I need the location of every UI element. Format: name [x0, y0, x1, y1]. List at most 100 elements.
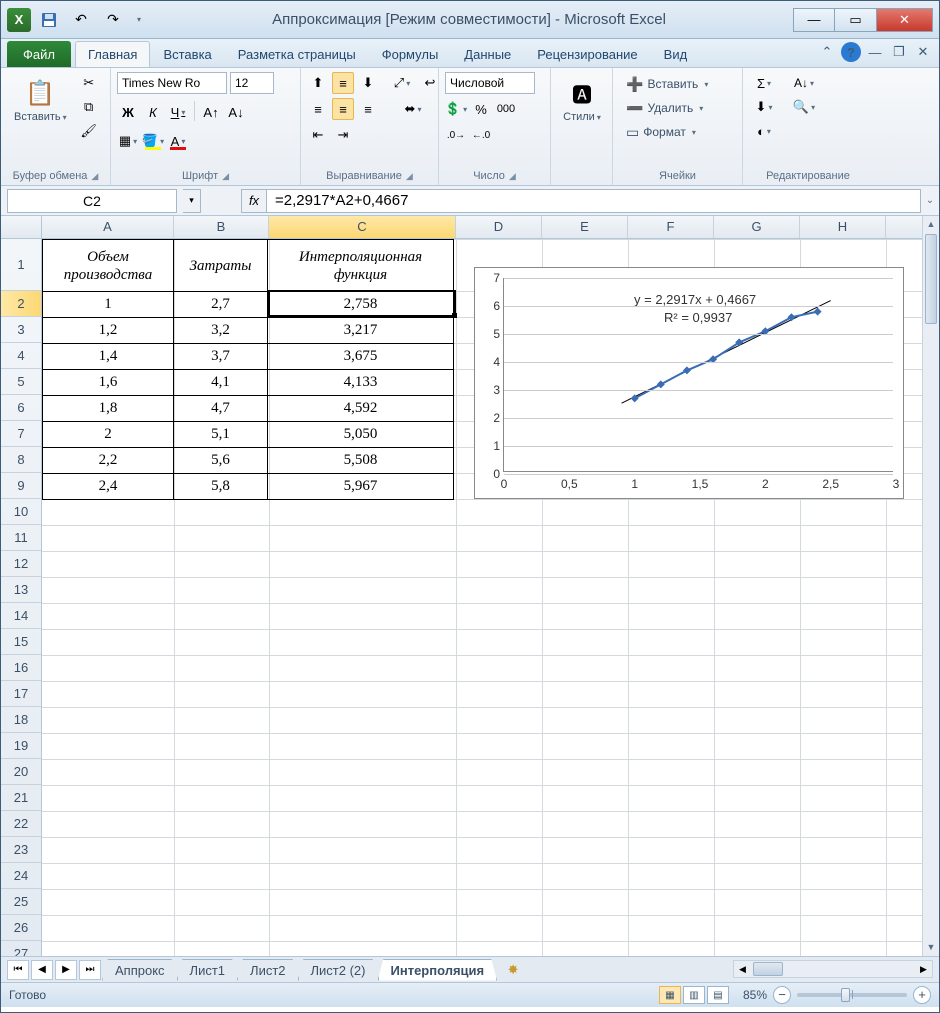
row-header[interactable]: 19 — [1, 733, 41, 759]
formula-input[interactable] — [267, 189, 921, 213]
qat-customize-icon[interactable] — [131, 6, 145, 34]
data-cell[interactable]: 1,2 — [43, 318, 174, 344]
increase-indent-icon[interactable]: ⇥ — [332, 124, 354, 146]
data-cell[interactable]: 3,2 — [174, 318, 268, 344]
styles-button[interactable]: 🅰 Стили — [557, 72, 607, 128]
new-sheet-icon[interactable]: ✸ — [501, 960, 525, 980]
alignment-dialog-icon[interactable]: ◢ — [406, 171, 413, 182]
tab-nav-first-icon[interactable]: ⏮ — [7, 960, 29, 980]
scroll-left-icon[interactable]: ◀ — [734, 961, 751, 977]
data-cell[interactable]: 2,758 — [268, 292, 454, 318]
insert-cells-button[interactable]: ➕Вставить — [619, 72, 715, 96]
sheet-tab[interactable]: Аппрокс — [102, 959, 178, 981]
scroll-down-icon[interactable]: ▼ — [923, 939, 939, 956]
tab-formulas[interactable]: Формулы — [369, 41, 452, 67]
fill-icon[interactable]: ⬇ — [749, 96, 779, 118]
data-cell[interactable]: 5,6 — [174, 448, 268, 474]
expand-formula-bar-icon[interactable]: ⌄ — [921, 189, 939, 213]
row-header[interactable]: 11 — [1, 525, 41, 551]
tab-view[interactable]: Вид — [651, 41, 701, 67]
clear-icon[interactable]: ◐ — [749, 120, 779, 142]
data-cell[interactable]: 2,2 — [43, 448, 174, 474]
tab-nav-last-icon[interactable]: ⏭ — [79, 960, 101, 980]
borders-icon[interactable]: ▦ — [117, 130, 139, 152]
align-left-icon[interactable]: ≡ — [307, 98, 329, 120]
tab-insert[interactable]: Вставка — [150, 41, 224, 67]
data-cell[interactable]: 2,4 — [43, 474, 174, 500]
row-header[interactable]: 12 — [1, 551, 41, 577]
vertical-scrollbar[interactable]: ▲ ▼ — [922, 216, 939, 956]
row-header[interactable]: 18 — [1, 707, 41, 733]
font-dialog-icon[interactable]: ◢ — [222, 171, 229, 182]
row-header[interactable]: 13 — [1, 577, 41, 603]
row-header[interactable]: 16 — [1, 655, 41, 681]
maximize-button[interactable]: ▭ — [835, 8, 877, 32]
number-format-select[interactable] — [445, 72, 535, 94]
data-cell[interactable]: 3,217 — [268, 318, 454, 344]
row-header[interactable]: 1 — [1, 239, 41, 291]
file-tab[interactable]: Файл — [7, 41, 71, 67]
tab-nav-prev-icon[interactable]: ◀ — [31, 960, 53, 980]
save-icon[interactable] — [35, 6, 63, 34]
orientation-icon[interactable]: ⤢ — [391, 72, 413, 94]
close-button[interactable]: ✕ — [877, 8, 933, 32]
shrink-font-icon[interactable]: A↓ — [225, 101, 247, 123]
column-header[interactable]: B — [174, 216, 269, 238]
comma-format-icon[interactable]: 000 — [495, 98, 517, 120]
tab-home[interactable]: Главная — [75, 41, 150, 67]
row-header[interactable]: 20 — [1, 759, 41, 785]
minimize-ribbon-icon[interactable]: ⌃ — [817, 42, 837, 62]
find-select-icon[interactable]: 🔍 — [789, 96, 819, 118]
normal-view-icon[interactable]: ▦ — [659, 986, 681, 1004]
align-center-icon[interactable]: ≡ — [332, 98, 354, 120]
number-dialog-icon[interactable]: ◢ — [509, 171, 516, 182]
row-header[interactable]: 6 — [1, 395, 41, 421]
data-cell[interactable]: 5,8 — [174, 474, 268, 500]
row-header[interactable]: 4 — [1, 343, 41, 369]
sheet-tab[interactable]: Лист2 (2) — [298, 959, 379, 981]
data-cell[interactable]: 2,7 — [174, 292, 268, 318]
grow-font-icon[interactable]: A↑ — [200, 101, 222, 123]
row-header[interactable]: 7 — [1, 421, 41, 447]
help-icon[interactable]: ? — [841, 42, 861, 62]
column-header[interactable]: D — [456, 216, 542, 238]
tab-data[interactable]: Данные — [451, 41, 524, 67]
clipboard-dialog-icon[interactable]: ◢ — [91, 171, 98, 182]
data-cell[interactable]: 1 — [43, 292, 174, 318]
zoom-out-icon[interactable]: − — [773, 986, 791, 1004]
row-header[interactable]: 10 — [1, 499, 41, 525]
zoom-slider[interactable] — [797, 993, 907, 997]
undo-icon[interactable]: ↶ — [67, 6, 95, 34]
app-icon[interactable]: X — [7, 8, 31, 32]
format-cells-button[interactable]: ▭Формат — [619, 120, 703, 144]
data-cell[interactable]: 4,133 — [268, 370, 454, 396]
page-break-view-icon[interactable]: ▤ — [707, 986, 729, 1004]
redo-icon[interactable]: ↷ — [99, 6, 127, 34]
align-middle-icon[interactable]: ≡ — [332, 72, 354, 94]
font-name-select[interactable] — [117, 72, 227, 94]
data-cell[interactable]: 1,8 — [43, 396, 174, 422]
data-cell[interactable]: 4,1 — [174, 370, 268, 396]
sheet-tab[interactable]: Интерполяция — [378, 959, 498, 981]
workbook-minimize-icon[interactable]: — — [865, 42, 885, 62]
table-header-cell[interactable]: Объемпроизводства — [43, 240, 174, 292]
row-header[interactable]: 5 — [1, 369, 41, 395]
italic-button[interactable]: К — [142, 101, 164, 123]
merge-cells-icon[interactable]: ⬌ — [391, 98, 435, 120]
row-header[interactable]: 17 — [1, 681, 41, 707]
autosum-icon[interactable]: Σ — [749, 72, 779, 94]
row-header[interactable]: 23 — [1, 837, 41, 863]
sheet-tab[interactable]: Лист1 — [177, 959, 238, 981]
row-header[interactable]: 22 — [1, 811, 41, 837]
table-header-cell[interactable]: Затраты — [174, 240, 268, 292]
paste-button[interactable]: 📋 Вставить — [7, 72, 74, 128]
fill-color-icon[interactable]: 🪣 — [142, 130, 164, 152]
data-cell[interactable]: 2 — [43, 422, 174, 448]
scroll-right-icon[interactable]: ▶ — [915, 961, 932, 977]
row-header[interactable]: 14 — [1, 603, 41, 629]
column-header[interactable]: F — [628, 216, 714, 238]
data-cell[interactable]: 3,675 — [268, 344, 454, 370]
workbook-close-icon[interactable]: ✕ — [913, 42, 933, 62]
tab-page-layout[interactable]: Разметка страницы — [225, 41, 369, 67]
column-header[interactable]: A — [42, 216, 174, 238]
